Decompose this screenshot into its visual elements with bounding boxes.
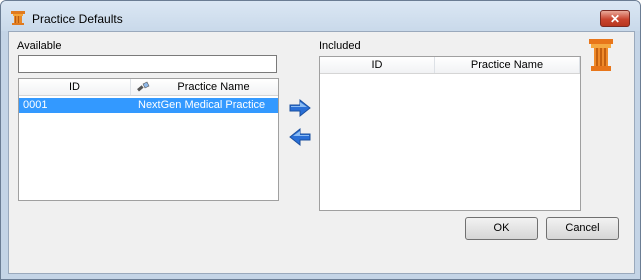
included-list-header: ID Practice Name [320,57,580,74]
available-col-name[interactable]: Practice Name [131,79,278,95]
cancel-button[interactable]: Cancel [546,217,619,240]
available-search-input[interactable] [18,55,277,73]
practice-defaults-window: Practice Defaults ✕ Available ID Practic… [0,0,641,280]
ok-button[interactable]: OK [465,217,538,240]
window-title: Practice Defaults [32,12,123,26]
row-id: 0001 [23,99,48,111]
row-practice-name: NextGen Medical Practice [138,99,266,111]
close-icon: ✕ [609,12,621,26]
available-label: Available [17,40,62,52]
included-col-name[interactable]: Practice Name [435,57,580,73]
available-list-header: ID Practice Name [19,79,278,96]
pillar-icon [589,39,613,71]
close-button[interactable]: ✕ [600,10,630,27]
arrow-right-icon[interactable] [288,98,312,118]
included-col-id[interactable]: ID [320,57,435,73]
dialog-body: Available ID Practice Name 0001 NextGen … [8,31,635,274]
arrow-left-icon[interactable] [288,127,312,147]
available-list[interactable]: ID Practice Name 0001 NextGen Medical Pr… [18,78,279,201]
included-label: Included [319,40,361,52]
pillar-icon [11,11,25,25]
available-col-id[interactable]: ID [19,79,131,95]
table-row[interactable]: 0001 NextGen Medical Practice [19,98,278,113]
title-bar: Practice Defaults ✕ [1,1,640,31]
included-list[interactable]: ID Practice Name [319,56,581,211]
